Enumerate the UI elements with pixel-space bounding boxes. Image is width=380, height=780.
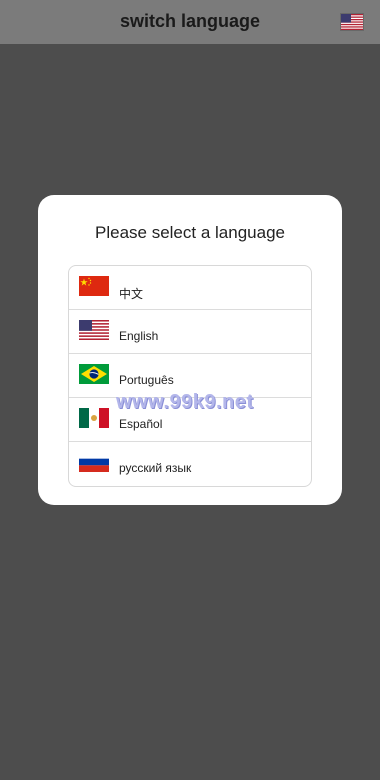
language-option-english[interactable]: English bbox=[69, 310, 311, 354]
language-label: 中文 bbox=[119, 287, 144, 301]
brazil-flag-icon bbox=[79, 364, 109, 384]
us-flag-icon bbox=[79, 320, 109, 340]
language-label: Español bbox=[119, 417, 163, 431]
language-label: русский язык bbox=[119, 461, 192, 475]
watermark-text: www.99k9.net bbox=[116, 391, 254, 413]
page-title: switch language bbox=[119, 11, 261, 31]
russia-flag-icon bbox=[79, 452, 109, 472]
language-option-russian[interactable]: русский язык bbox=[69, 442, 311, 486]
language-option-chinese[interactable]: 中文 bbox=[69, 266, 311, 310]
mexico-flag-icon bbox=[79, 408, 109, 428]
language-list: 中文 English Português Español русский язы… bbox=[68, 265, 312, 487]
language-label: Português bbox=[119, 373, 174, 387]
language-label: English bbox=[119, 329, 159, 343]
china-flag-icon bbox=[79, 276, 109, 296]
us-flag-icon[interactable] bbox=[340, 13, 364, 31]
language-dialog: Please select a language 中文 English Port… bbox=[38, 195, 342, 505]
dialog-title: Please select a language bbox=[95, 223, 285, 242]
header-bar: switch language bbox=[0, 0, 380, 44]
